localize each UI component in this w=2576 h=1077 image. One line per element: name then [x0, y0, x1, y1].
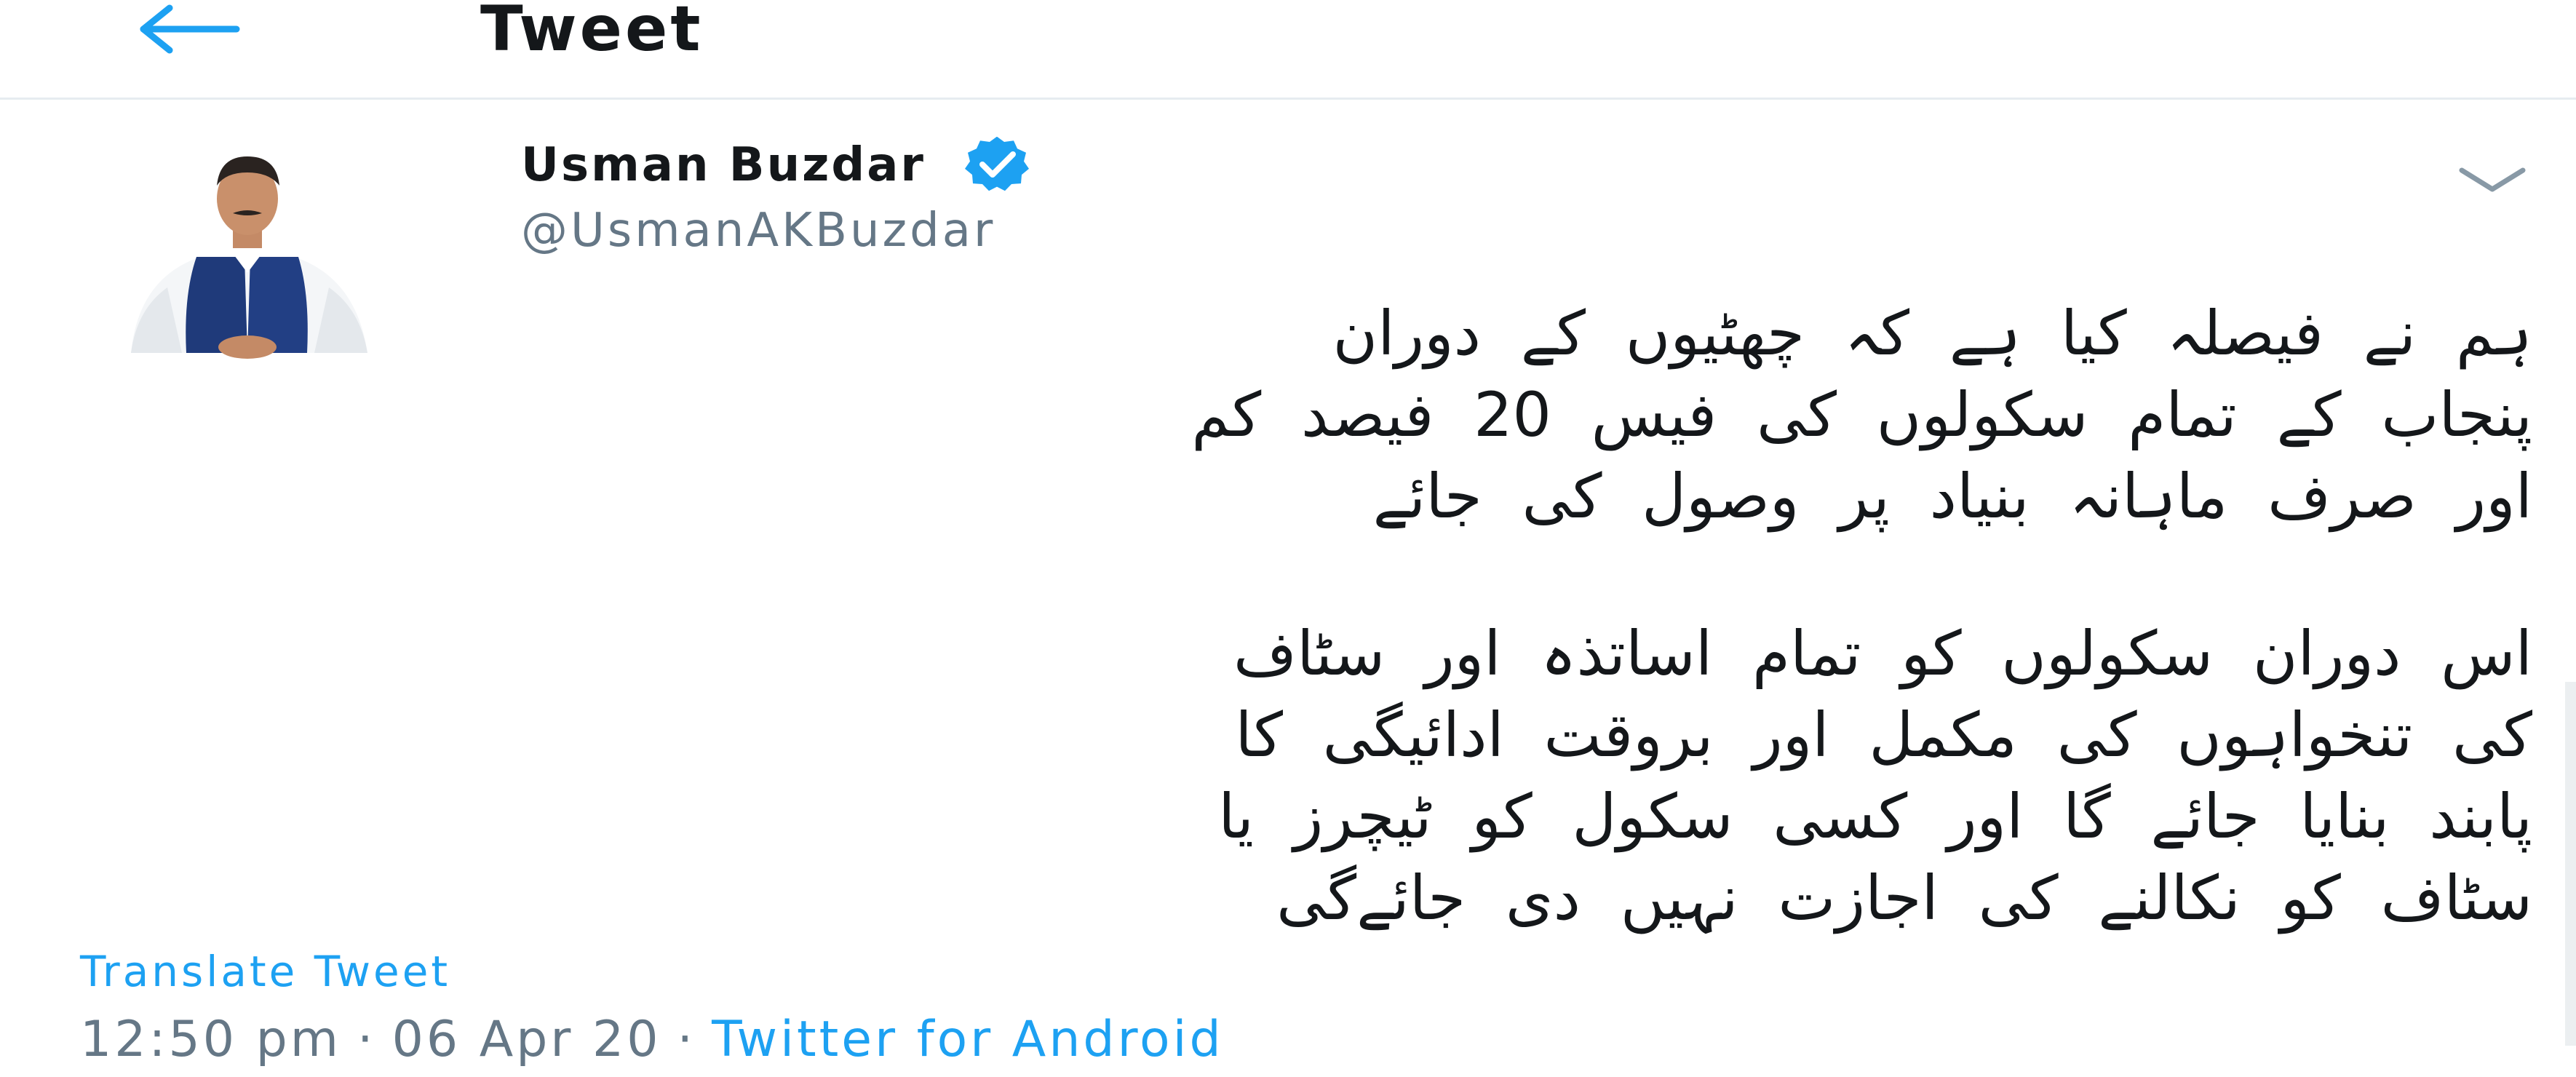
arrow-left-icon [140, 4, 240, 54]
verified-badge-icon [953, 137, 1041, 194]
tweet-line: پابند بنایا جائے گا اور کسی سکول کو ٹیچر… [1218, 781, 2532, 852]
page-title: Tweet [480, 0, 704, 65]
author-handle[interactable]: @UsmanAKBuzdar [521, 202, 995, 260]
tweet-card: Usman Buzdar @UsmanAKBuzdar ہم نے فیصلہ … [0, 100, 2576, 1077]
tweet-line: اور صرف ماہانہ بنیاد پر وصول کی جائے [1372, 461, 2532, 532]
tweet-line: کی تنخواہوں کی مکمل اور بروقت ادائیگی کا [1235, 699, 2532, 771]
tweet-body: ہم نے فیصلہ کیا ہے کہ چھٹیوں کے دوران پن… [80, 293, 2532, 939]
author-name[interactable]: Usman Buzdar [521, 136, 926, 194]
tweet-source-link[interactable]: Twitter for Android [712, 1011, 1224, 1068]
tweet-paragraph: ہم نے فیصلہ کیا ہے کہ چھٹیوں کے دوران پن… [80, 293, 2532, 537]
tweet-line: پنجاب کے تمام سکولوں کی فیس 20 فیصد کم [1191, 379, 2532, 450]
meta-separator: · [357, 1011, 376, 1068]
tweet-paragraph: اس دوران سکولوں کو تمام اساتذہ اور سٹاف … [80, 613, 2532, 939]
tweet-time[interactable]: 12:50 pm [80, 1011, 341, 1068]
scrollbar-track[interactable] [2565, 682, 2576, 1046]
chevron-down-icon [2459, 167, 2526, 192]
top-bar: Tweet [0, 0, 2576, 100]
back-button[interactable] [124, 0, 255, 58]
tweet-menu-button[interactable] [2452, 151, 2532, 209]
author-name-row[interactable]: Usman Buzdar [521, 136, 1041, 194]
tweet-line: ہم نے فیصلہ کیا ہے کہ چھٹیوں کے دوران [1332, 298, 2532, 369]
tweet-date[interactable]: 06 Apr 20 [392, 1011, 661, 1068]
translate-tweet-link[interactable]: Translate Tweet [80, 946, 450, 997]
tweet-meta: 12:50 pm · 06 Apr 20 · Twitter for Android [80, 1009, 1224, 1070]
meta-separator: · [677, 1011, 696, 1068]
tweet-line: سٹاف کو نکالنے کی اجازت نہیں دی جائےگی [1276, 862, 2532, 934]
tweet-line: اس دوران سکولوں کو تمام اساتذہ اور سٹاف [1233, 618, 2532, 689]
